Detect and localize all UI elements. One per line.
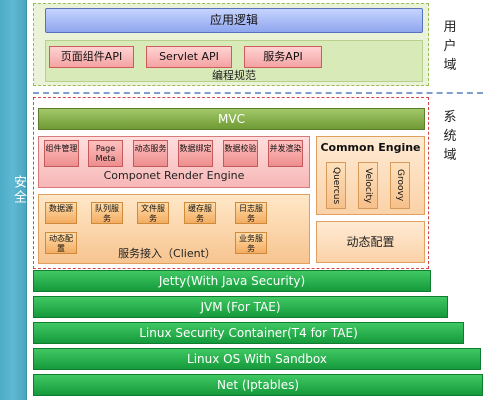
domain-divider	[33, 92, 483, 94]
concurrent-render-block: 并发渲染	[268, 140, 303, 167]
dynamic-config-block: 动态配置	[316, 221, 425, 263]
servlet-api-block: Servlet API	[146, 46, 232, 68]
component-render-engine-label: Componet Render Engine	[103, 169, 245, 182]
common-engine-title: Common Engine	[320, 141, 421, 154]
dynamic-service-block: 动态服务	[133, 140, 168, 167]
jetty-layer: Jetty(With Java Security)	[33, 270, 431, 292]
page-component-api-block: 页面组件API	[49, 46, 134, 68]
file-service-block: 文件服务	[137, 202, 169, 224]
service-api-block: 服务API	[244, 46, 322, 68]
groovy-block: Groovy	[390, 162, 410, 209]
dynamic-config-item-block: 动态配置	[45, 232, 77, 254]
linux-os-sandbox-layer: Linux OS With Sandbox	[33, 348, 481, 370]
quercus-block: Quercus	[326, 162, 346, 209]
linux-security-container-layer: Linux Security Container(T4 for TAE)	[33, 322, 464, 344]
business-service-block: 业务服务	[235, 232, 267, 254]
app-logic-block: 应用逻辑	[45, 8, 423, 33]
mvc-block: MVC	[38, 108, 425, 130]
page-meta-block: Page Meta	[88, 140, 123, 167]
service-access-label: 服务接入（Client）	[118, 247, 216, 260]
component-management-block: 组件管理	[44, 140, 79, 167]
data-validation-block: 数据校验	[223, 140, 258, 167]
net-iptables-layer: Net (Iptables)	[33, 374, 483, 396]
velocity-label: Velocity	[363, 167, 373, 204]
user-domain-label: 用户域	[443, 20, 457, 73]
cache-service-block: 缓存服务	[184, 202, 216, 224]
velocity-block: Velocity	[358, 162, 378, 209]
jvm-layer: JVM (For TAE)	[33, 296, 448, 318]
coding-spec-label: 编程规范	[212, 69, 256, 82]
quercus-label: Quercus	[331, 166, 341, 205]
log-service-block: 日志服务	[235, 202, 267, 224]
security-label: 安全	[11, 175, 26, 205]
groovy-label: Groovy	[395, 169, 405, 202]
data-binding-block: 数据绑定	[178, 140, 213, 167]
queue-service-block: 队列服务	[91, 202, 123, 224]
system-domain-label: 系统域	[443, 110, 457, 163]
datasource-block: 数据源	[45, 202, 77, 224]
